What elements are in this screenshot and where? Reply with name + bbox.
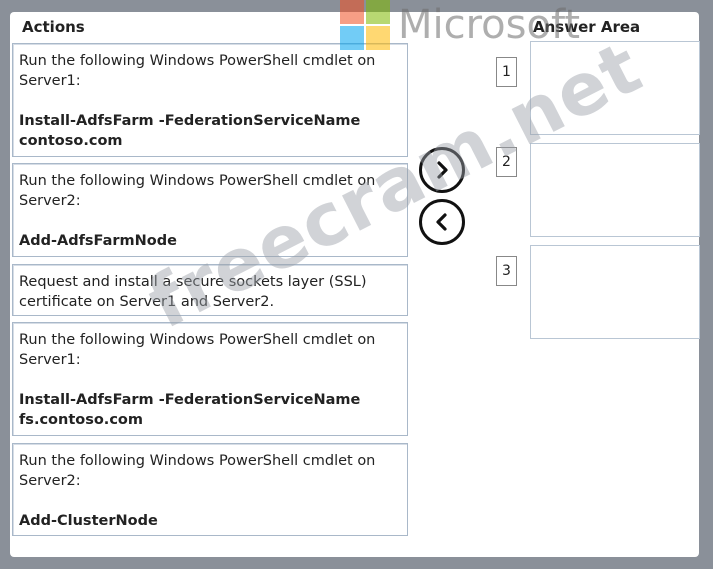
action-command: Install-AdfsFarm -FederationServiceName … xyxy=(19,113,361,149)
answer-slot-2[interactable] xyxy=(530,143,700,237)
microsoft-wordmark: Microsoft xyxy=(398,2,581,48)
actions-header: Actions xyxy=(22,18,85,36)
action-text: Run the following Windows PowerShell cmd… xyxy=(19,53,376,89)
action-text: Run the following Windows PowerShell cmd… xyxy=(19,453,376,489)
action-item-5[interactable]: Run the following Windows PowerShell cmd… xyxy=(12,443,408,536)
chevron-left-icon xyxy=(436,213,447,231)
action-item-1[interactable]: Run the following Windows PowerShell cmd… xyxy=(12,43,408,157)
slot-number-3: 3 xyxy=(496,256,517,286)
action-command: Add-ClusterNode xyxy=(19,513,158,529)
answer-slot-3[interactable] xyxy=(530,245,700,339)
action-text: Run the following Windows PowerShell cmd… xyxy=(19,332,376,368)
microsoft-watermark: Microsoft xyxy=(340,0,580,50)
action-item-4[interactable]: Run the following Windows PowerShell cmd… xyxy=(12,322,408,436)
action-command: Install-AdfsFarm -FederationServiceName … xyxy=(19,392,361,428)
microsoft-logo-icon xyxy=(340,0,390,50)
